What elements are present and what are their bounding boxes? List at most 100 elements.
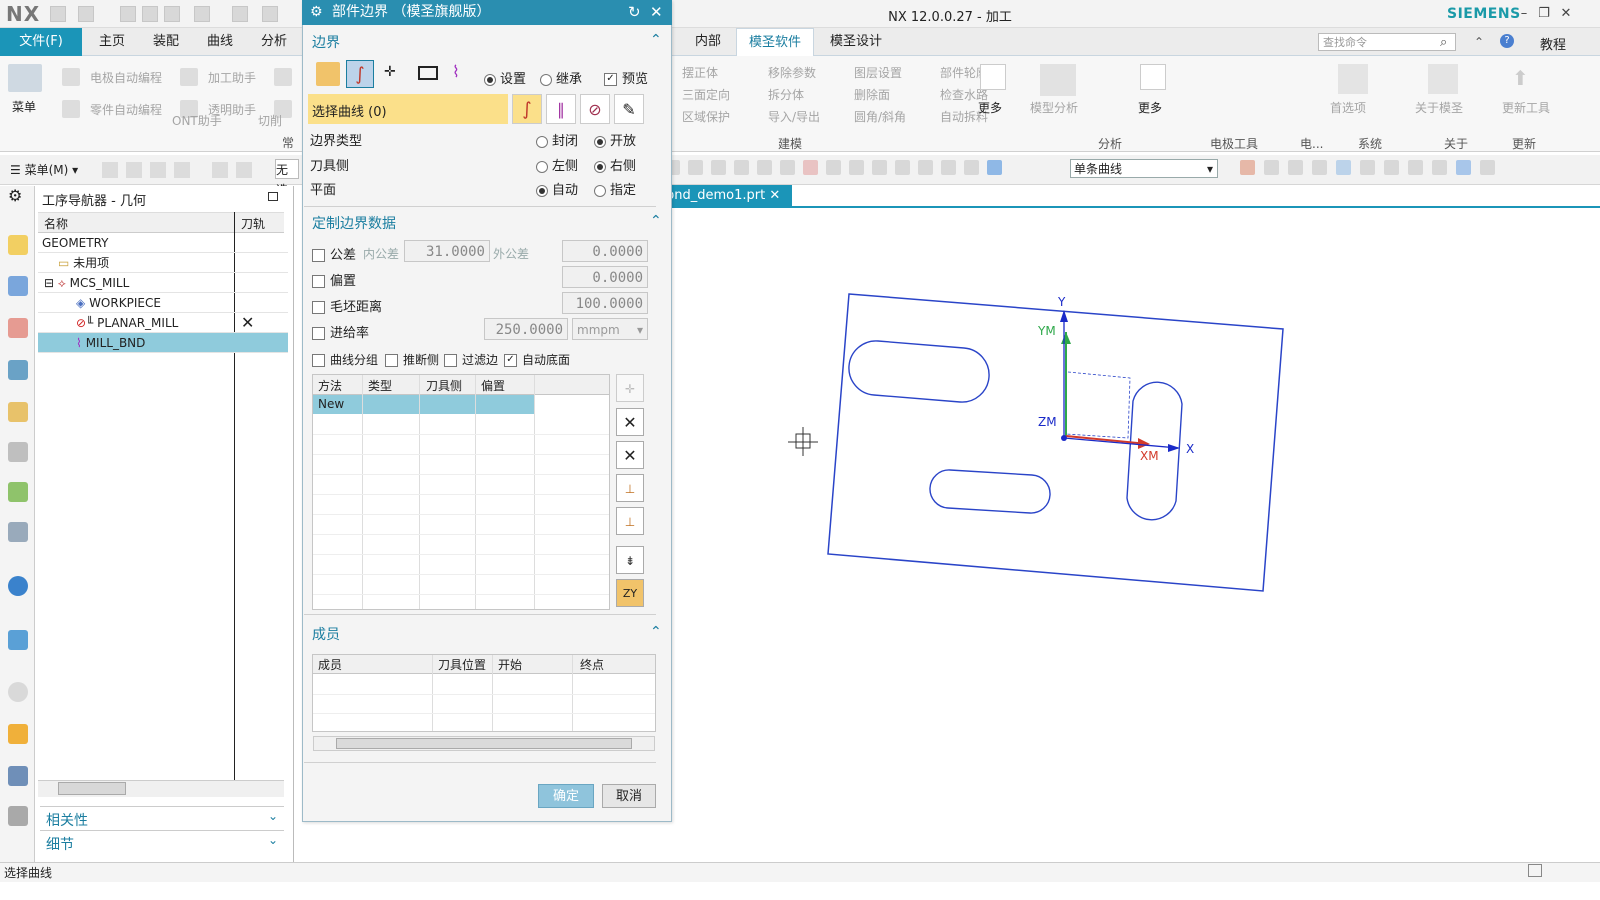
- reuse-library-icon[interactable]: [8, 442, 28, 462]
- collapse-icon[interactable]: ⊟: [38, 276, 54, 290]
- roles-icon[interactable]: [8, 724, 28, 744]
- members-scrollbar-thumb[interactable]: [336, 738, 632, 749]
- undo-icon[interactable]: [78, 6, 94, 22]
- csys-icon[interactable]: ZY: [616, 579, 644, 607]
- tree-node-unused[interactable]: ▭ 未用项: [38, 253, 288, 273]
- history-clock-icon[interactable]: [8, 682, 28, 702]
- tab-moldsage-software[interactable]: 模圣软件: [736, 28, 815, 56]
- col-type[interactable]: 类型: [368, 377, 392, 394]
- stock-outline[interactable]: [827, 293, 1284, 592]
- view-icon-7[interactable]: [826, 160, 841, 175]
- collapse-section-icon[interactable]: ⌃: [650, 213, 662, 229]
- cancel-button[interactable]: 取消: [602, 784, 656, 808]
- menu-large-label[interactable]: 菜单: [12, 98, 36, 115]
- full-screen-icon[interactable]: [1528, 864, 1542, 877]
- section-boundary-header[interactable]: 边界: [312, 32, 340, 52]
- delete-face-button[interactable]: 删除面: [854, 86, 934, 103]
- split-body-button[interactable]: 拆分体: [768, 86, 848, 103]
- collapse-section-icon[interactable]: ⌃: [650, 624, 662, 640]
- view-icon-12[interactable]: [941, 160, 956, 175]
- view-icon-6[interactable]: [780, 160, 795, 175]
- details-panel[interactable]: 细节 ⌄: [40, 830, 284, 853]
- col-end[interactable]: 终点: [580, 656, 604, 673]
- touch-mode-icon[interactable]: [194, 6, 210, 22]
- col-toolpath[interactable]: 刀轨: [241, 215, 265, 232]
- closed-radio[interactable]: 封闭: [536, 130, 578, 149]
- view-icon-13[interactable]: [964, 160, 979, 175]
- col-tool-side[interactable]: 刀具侧: [426, 377, 462, 394]
- search-icon[interactable]: ⌕: [1440, 35, 1447, 50]
- import-export-button[interactable]: 导入/导出: [768, 108, 848, 125]
- part-auto-button[interactable]: 零件自动编程: [90, 101, 162, 118]
- offset-input[interactable]: 0.0000: [562, 266, 648, 288]
- tab-assembly[interactable]: 装配: [141, 28, 191, 56]
- eye-icon[interactable]: [8, 522, 28, 542]
- settings-gear-icon[interactable]: ⚙: [8, 186, 22, 205]
- feed-rate-checkbox[interactable]: 进给率: [312, 322, 369, 341]
- outer-tol-input[interactable]: 0.0000: [562, 240, 648, 262]
- more-modeling-icon[interactable]: [980, 64, 1006, 90]
- auto-floor-checkbox[interactable]: ✓ 自动底面: [504, 351, 570, 368]
- point-mode-icon[interactable]: ✛: [384, 64, 396, 80]
- collapse-section-icon[interactable]: ⌃: [650, 32, 662, 48]
- cut-button[interactable]: 切削: [258, 112, 282, 129]
- view-icon-10[interactable]: [895, 160, 910, 175]
- paste-icon[interactable]: [164, 6, 180, 22]
- preferences-icon[interactable]: [1338, 64, 1368, 94]
- tolerance-checkbox[interactable]: 公差: [312, 244, 356, 263]
- tab-internal[interactable]: 内部: [683, 28, 733, 56]
- type-filter-select[interactable]: 无选: [275, 159, 299, 197]
- inner-tol-input[interactable]: 31.0000: [404, 240, 490, 262]
- snap-icon-4[interactable]: [174, 162, 190, 178]
- about-icon[interactable]: [1428, 64, 1458, 94]
- slot-1[interactable]: [848, 340, 990, 403]
- view-icon-3[interactable]: [711, 160, 726, 175]
- table-row[interactable]: New: [313, 395, 535, 414]
- tool-icon-8[interactable]: [1432, 160, 1447, 175]
- tool-icon-6[interactable]: [1384, 160, 1399, 175]
- tree-node-workpiece[interactable]: ◈ WORKPIECE: [38, 293, 288, 313]
- part-navigator-icon[interactable]: [8, 318, 28, 338]
- tab-file[interactable]: 文件(F): [0, 28, 82, 56]
- tool-icon-9[interactable]: [1456, 160, 1471, 175]
- feed-unit-select[interactable]: mmpm ▾: [572, 318, 648, 340]
- update-arrow-icon[interactable]: ⬆: [1512, 66, 1529, 90]
- ont-helper-button[interactable]: ONT助手: [172, 112, 222, 129]
- operation-navigator-icon[interactable]: [8, 360, 28, 380]
- view-icon-2[interactable]: [688, 160, 703, 175]
- remove-params-button[interactable]: 移除参数: [768, 64, 848, 81]
- fillet-chamfer-button[interactable]: 圆角/斜角: [854, 108, 934, 125]
- ribbon-collapse-icon[interactable]: ⌃: [1474, 35, 1484, 49]
- snap-icon-5[interactable]: [212, 162, 228, 178]
- window-icon[interactable]: [262, 6, 278, 22]
- preferences-button[interactable]: 首选项: [1330, 99, 1366, 116]
- col-member[interactable]: 成员: [318, 656, 342, 673]
- tab-curve[interactable]: 曲线: [195, 28, 245, 56]
- tool-icon-10[interactable]: [1480, 160, 1495, 175]
- tree-node-mill-bnd[interactable]: ⌇ MILL_BND: [38, 333, 288, 353]
- offset-checkbox[interactable]: 偏置: [312, 270, 356, 289]
- geometry-type-icon[interactable]: [316, 62, 340, 86]
- delete-icon[interactable]: ✕: [616, 408, 644, 436]
- left-side-radio[interactable]: 左侧: [536, 155, 578, 174]
- snap-icon-6[interactable]: [236, 162, 252, 178]
- menu-dropdown-button[interactable]: ☰ 菜单(M) ▾: [10, 161, 78, 178]
- tool-icon-3[interactable]: [1288, 160, 1303, 175]
- info-icon[interactable]: [8, 576, 28, 596]
- command-search-input[interactable]: 查找命令: [1318, 33, 1456, 51]
- rotate-icon[interactable]: [1336, 160, 1351, 175]
- solid-view-icon[interactable]: [987, 160, 1002, 175]
- cut-icon[interactable]: [120, 6, 136, 22]
- relevance-panel[interactable]: 相关性 ⌄: [40, 806, 284, 829]
- view-icon-9[interactable]: [872, 160, 887, 175]
- machine-navigator-icon[interactable]: [8, 402, 28, 422]
- update-tool-button[interactable]: 更新工具: [1502, 99, 1550, 116]
- close-icon[interactable]: ✕: [1556, 4, 1576, 24]
- tab-moldsage-design[interactable]: 模圣设计: [818, 28, 894, 56]
- graphics-window[interactable]: Y YM ZM XM X: [672, 208, 1600, 862]
- col-tool-position[interactable]: 刀具位置: [438, 656, 486, 673]
- tree-node-planar-mill[interactable]: ⊘╙ PLANAR_MILL ✕: [38, 313, 288, 333]
- tool-icon-1[interactable]: [1240, 160, 1255, 175]
- three-face-orient-button[interactable]: 三面定向: [682, 86, 762, 103]
- tool-icon-2[interactable]: [1264, 160, 1279, 175]
